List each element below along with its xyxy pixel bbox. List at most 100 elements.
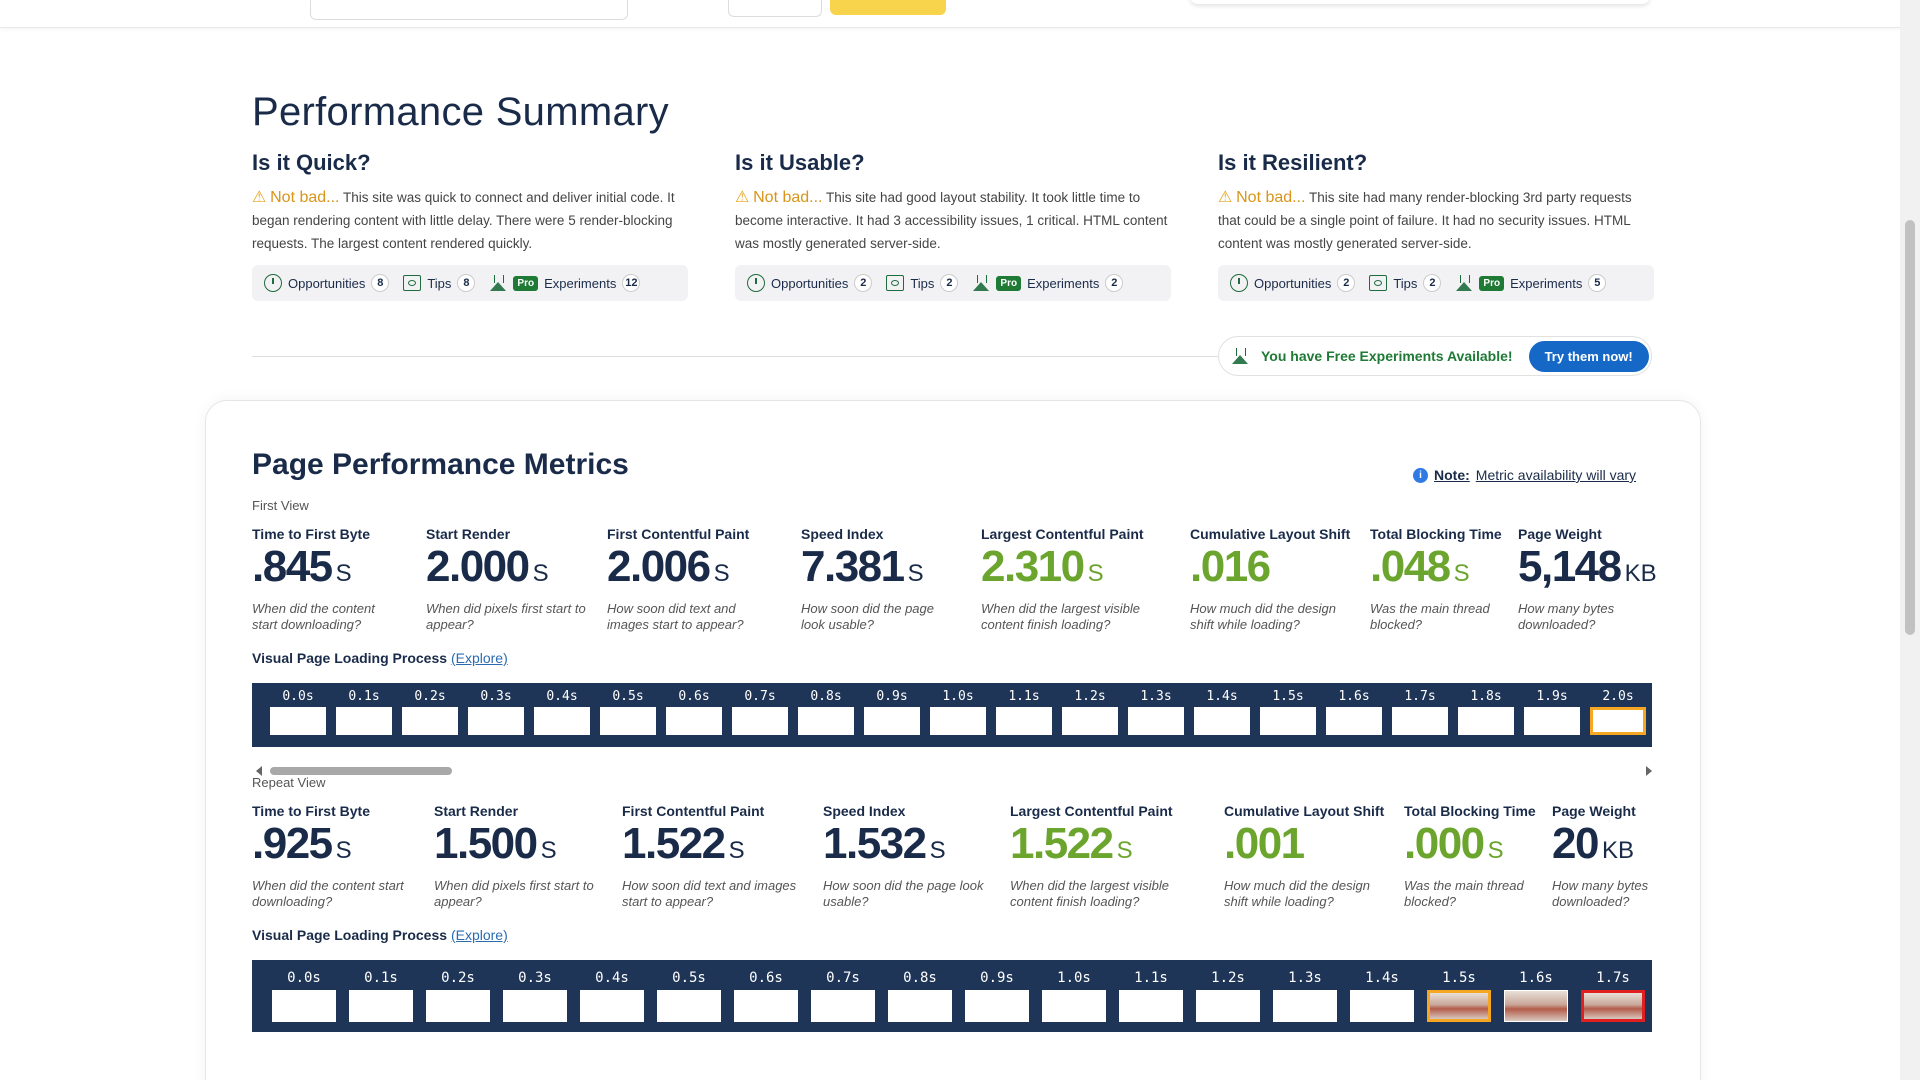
filmstrip-frame[interactable]: 0.2s (402, 687, 458, 735)
filmstrip-scroll-thumb[interactable] (270, 767, 452, 775)
filmstrip-frame[interactable]: 0.1s (349, 966, 413, 1022)
filmstrip-frame[interactable]: 0.4s (534, 687, 590, 735)
frame-thumbnail[interactable] (798, 707, 854, 735)
frame-thumbnail[interactable] (270, 707, 326, 735)
filmstrip-frame[interactable]: 2.0s (1590, 687, 1646, 735)
experiments-link[interactable]: Pro Experiments 2 (972, 274, 1124, 292)
frame-thumbnail[interactable] (1581, 990, 1645, 1022)
filmstrip-frame[interactable]: 0.7s (732, 687, 788, 735)
filmstrip-frame[interactable]: 1.5s (1260, 687, 1316, 735)
frame-thumbnail[interactable] (1350, 990, 1414, 1022)
filmstrip-repeat-view[interactable]: 0.0s 0.1s 0.2s 0.3s 0.4s 0.5s 0.6s 0.7s 0.8s 0.9s… (252, 960, 1652, 1032)
note-link[interactable]: Metric availability will vary (1476, 467, 1636, 483)
frame-thumbnail[interactable] (600, 707, 656, 735)
filmstrip-scrollbar[interactable] (252, 764, 1652, 778)
tips-link[interactable]: Tips 2 (1369, 274, 1442, 292)
filmstrip-frame[interactable]: 0.8s (888, 966, 952, 1022)
filmstrip-frame[interactable]: 0.2s (426, 966, 490, 1022)
page-scrollbar[interactable] (1900, 0, 1920, 1080)
filmstrip-frame[interactable]: 1.7s (1392, 687, 1448, 735)
filmstrip-frame[interactable]: 0.3s (468, 687, 524, 735)
filmstrip-frame[interactable]: 0.5s (657, 966, 721, 1022)
frame-thumbnail[interactable] (1196, 990, 1260, 1022)
frame-thumbnail[interactable] (657, 990, 721, 1022)
frame-thumbnail[interactable] (503, 990, 567, 1022)
filmstrip-frame[interactable]: 1.7s (1581, 966, 1645, 1022)
try-them-now-button[interactable]: Try them now! (1528, 340, 1649, 372)
filmstrip-frame[interactable]: 1.1s (1119, 966, 1183, 1022)
header-primary-button[interactable] (830, 0, 946, 15)
frame-thumbnail[interactable] (1392, 707, 1448, 735)
frame-thumbnail[interactable] (811, 990, 875, 1022)
opportunities-link[interactable]: Opportunities 2 (1230, 274, 1356, 292)
frame-thumbnail[interactable] (965, 990, 1029, 1022)
frame-thumbnail[interactable] (1326, 707, 1382, 735)
frame-thumbnail[interactable] (1062, 707, 1118, 735)
frame-thumbnail[interactable] (468, 707, 524, 735)
frame-thumbnail[interactable] (1524, 707, 1580, 735)
frame-thumbnail[interactable] (1273, 990, 1337, 1022)
filmstrip-frame[interactable]: 0.7s (811, 966, 875, 1022)
filmstrip-frame[interactable]: 0.1s (336, 687, 392, 735)
experiments-link[interactable]: Pro Experiments 5 (1455, 274, 1607, 292)
frame-thumbnail[interactable] (1458, 707, 1514, 735)
filmstrip-frame[interactable]: 0.9s (864, 687, 920, 735)
filmstrip-frame[interactable]: 0.0s (272, 966, 336, 1022)
filmstrip-first-view[interactable]: 0.0s 0.1s 0.2s 0.3s 0.4s 0.5s 0.6s 0.7s 0.8s 0.9s… (252, 683, 1652, 747)
filmstrip-frame[interactable]: 1.3s (1273, 966, 1337, 1022)
frame-thumbnail[interactable] (930, 707, 986, 735)
filmstrip-frame[interactable]: 1.5s (1427, 966, 1491, 1022)
scroll-right-icon[interactable] (1646, 766, 1652, 776)
filmstrip-frame[interactable]: 0.6s (734, 966, 798, 1022)
frame-thumbnail[interactable] (272, 990, 336, 1022)
filmstrip-frame[interactable]: 1.1s (996, 687, 1052, 735)
filmstrip-frame[interactable]: 1.2s (1062, 687, 1118, 735)
filmstrip-frame[interactable]: 1.3s (1128, 687, 1184, 735)
frame-thumbnail[interactable] (1119, 990, 1183, 1022)
frame-thumbnail[interactable] (336, 707, 392, 735)
tips-link[interactable]: Tips 2 (886, 274, 959, 292)
frame-thumbnail[interactable] (888, 990, 952, 1022)
explore-link[interactable]: (Explore) (451, 927, 508, 943)
frame-thumbnail[interactable] (1194, 707, 1250, 735)
filmstrip-frame[interactable]: 1.2s (1196, 966, 1260, 1022)
scrollbar-thumb[interactable] (1905, 220, 1915, 635)
filmstrip-frame[interactable]: 1.0s (1042, 966, 1106, 1022)
frame-thumbnail[interactable] (1042, 990, 1106, 1022)
filmstrip-frame[interactable]: 1.4s (1194, 687, 1250, 735)
frame-thumbnail[interactable] (1260, 707, 1316, 735)
frame-thumbnail[interactable] (349, 990, 413, 1022)
frame-thumbnail[interactable] (426, 990, 490, 1022)
filmstrip-frame[interactable]: 1.6s (1504, 966, 1568, 1022)
filmstrip-frame[interactable]: 0.5s (600, 687, 656, 735)
opportunities-link[interactable]: Opportunities 2 (747, 274, 873, 292)
tips-link[interactable]: Tips 8 (403, 274, 476, 292)
frame-thumbnail[interactable] (1504, 990, 1568, 1022)
filmstrip-frame[interactable]: 1.0s (930, 687, 986, 735)
frame-thumbnail[interactable] (534, 707, 590, 735)
filmstrip-frame[interactable]: 0.6s (666, 687, 722, 735)
frame-thumbnail[interactable] (1590, 707, 1646, 735)
filmstrip-frame[interactable]: 1.8s (1458, 687, 1514, 735)
frame-thumbnail[interactable] (864, 707, 920, 735)
filmstrip-frame[interactable]: 1.9s (1524, 687, 1580, 735)
filmstrip-frame[interactable]: 0.9s (965, 966, 1029, 1022)
frame-thumbnail[interactable] (734, 990, 798, 1022)
filmstrip-frame[interactable]: 0.8s (798, 687, 854, 735)
frame-thumbnail[interactable] (580, 990, 644, 1022)
frame-thumbnail[interactable] (1128, 707, 1184, 735)
header-button[interactable] (728, 0, 822, 17)
explore-link[interactable]: (Explore) (451, 650, 508, 666)
experiments-link[interactable]: Pro Experiments 12 (489, 274, 641, 292)
frame-thumbnail[interactable] (402, 707, 458, 735)
filmstrip-frame[interactable]: 1.4s (1350, 966, 1414, 1022)
frame-thumbnail[interactable] (1427, 990, 1491, 1022)
frame-thumbnail[interactable] (996, 707, 1052, 735)
frame-thumbnail[interactable] (732, 707, 788, 735)
filmstrip-frame[interactable]: 0.3s (503, 966, 567, 1022)
url-input[interactable] (310, 0, 628, 20)
filmstrip-frame[interactable]: 0.0s (270, 687, 326, 735)
frame-thumbnail[interactable] (666, 707, 722, 735)
opportunities-link[interactable]: Opportunities 8 (264, 274, 390, 292)
filmstrip-frame[interactable]: 0.4s (580, 966, 644, 1022)
